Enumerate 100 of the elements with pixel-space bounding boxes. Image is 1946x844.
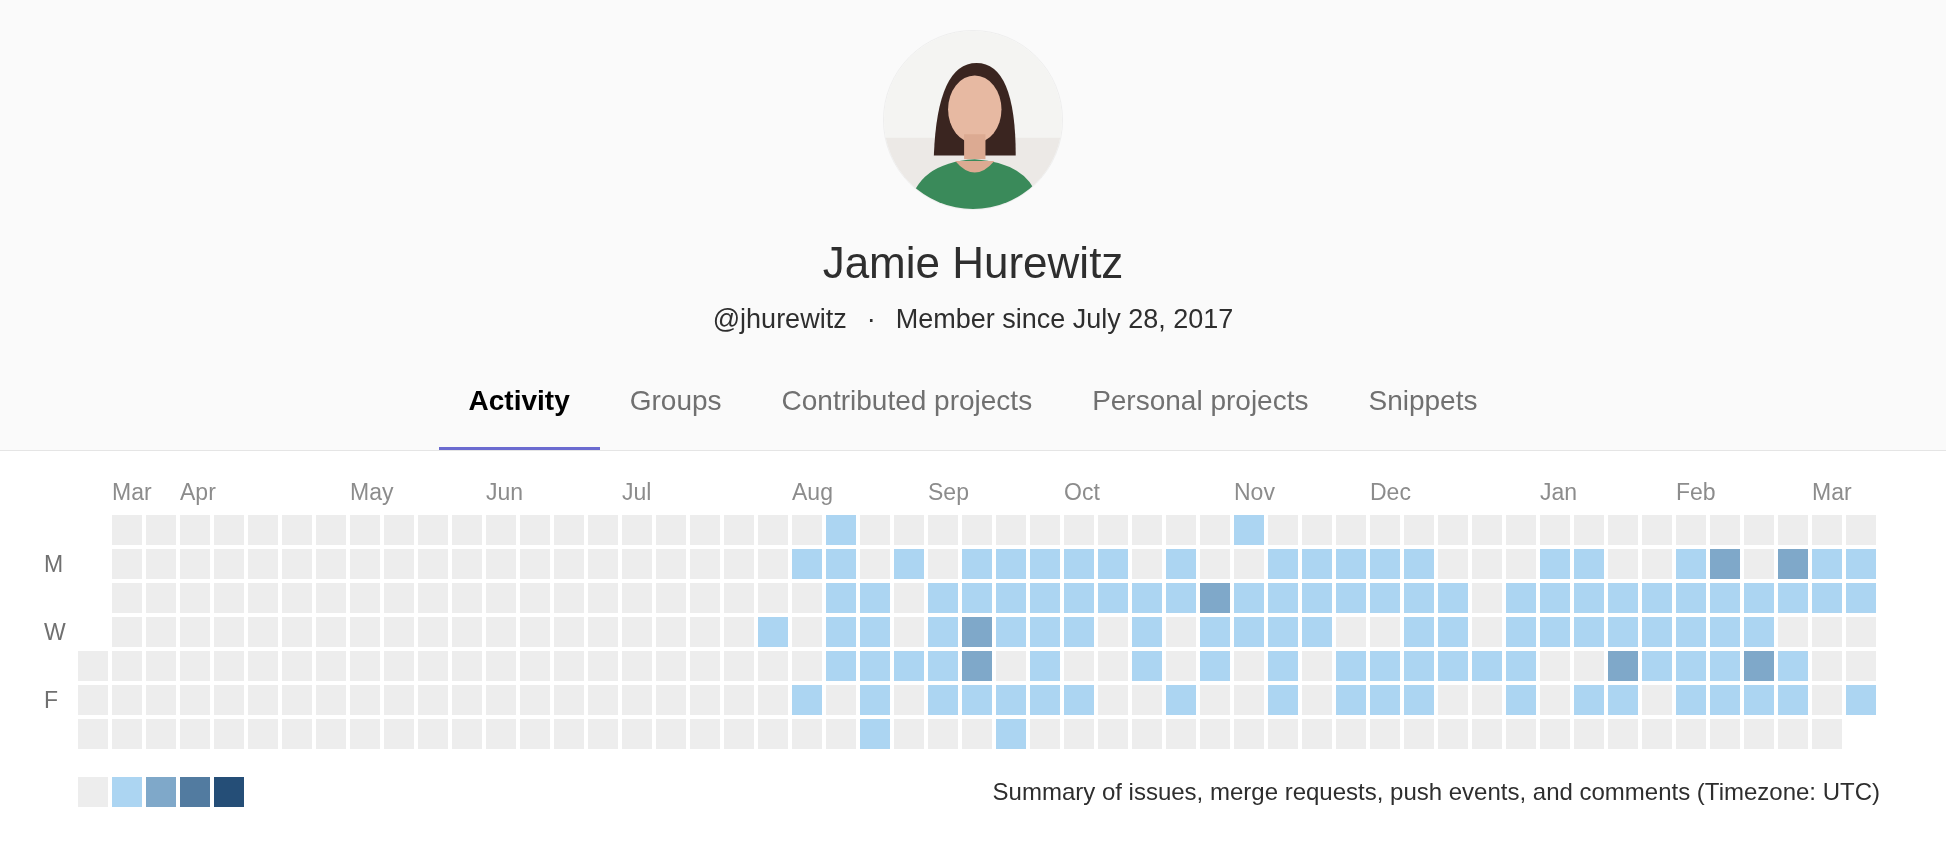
day-cell[interactable] bbox=[1438, 583, 1468, 613]
day-cell[interactable] bbox=[1744, 651, 1774, 681]
day-cell[interactable] bbox=[792, 549, 822, 579]
day-cell[interactable] bbox=[1676, 685, 1706, 715]
day-cell[interactable] bbox=[1506, 583, 1536, 613]
day-cell[interactable] bbox=[996, 617, 1026, 647]
day-cell[interactable] bbox=[996, 685, 1026, 715]
day-cell[interactable] bbox=[1778, 685, 1808, 715]
day-cell[interactable] bbox=[962, 651, 992, 681]
day-cell[interactable] bbox=[1472, 651, 1502, 681]
day-cell[interactable] bbox=[1574, 685, 1604, 715]
day-cell[interactable] bbox=[894, 549, 924, 579]
day-cell[interactable] bbox=[1744, 617, 1774, 647]
day-cell[interactable] bbox=[1574, 583, 1604, 613]
day-cell[interactable] bbox=[1098, 549, 1128, 579]
day-cell[interactable] bbox=[1506, 651, 1536, 681]
day-cell[interactable] bbox=[1166, 685, 1196, 715]
day-cell[interactable] bbox=[1710, 685, 1740, 715]
day-cell[interactable] bbox=[996, 583, 1026, 613]
day-cell[interactable] bbox=[996, 719, 1026, 749]
day-cell[interactable] bbox=[1404, 617, 1434, 647]
day-cell[interactable] bbox=[826, 617, 856, 647]
day-cell[interactable] bbox=[1642, 651, 1672, 681]
day-cell[interactable] bbox=[1268, 617, 1298, 647]
day-cell[interactable] bbox=[1336, 583, 1366, 613]
day-cell[interactable] bbox=[1030, 651, 1060, 681]
day-cell[interactable] bbox=[1336, 685, 1366, 715]
day-cell[interactable] bbox=[860, 583, 890, 613]
day-cell[interactable] bbox=[1404, 549, 1434, 579]
day-cell[interactable] bbox=[1234, 583, 1264, 613]
day-cell[interactable] bbox=[860, 719, 890, 749]
day-cell[interactable] bbox=[1540, 549, 1570, 579]
day-cell[interactable] bbox=[1778, 583, 1808, 613]
day-cell[interactable] bbox=[1574, 617, 1604, 647]
day-cell[interactable] bbox=[1302, 583, 1332, 613]
day-cell[interactable] bbox=[1370, 651, 1400, 681]
day-cell[interactable] bbox=[1336, 549, 1366, 579]
day-cell[interactable] bbox=[1200, 583, 1230, 613]
day-cell[interactable] bbox=[1166, 549, 1196, 579]
day-cell[interactable] bbox=[758, 617, 788, 647]
day-cell[interactable] bbox=[1608, 617, 1638, 647]
day-cell[interactable] bbox=[1200, 651, 1230, 681]
day-cell[interactable] bbox=[962, 583, 992, 613]
day-cell[interactable] bbox=[928, 651, 958, 681]
day-cell[interactable] bbox=[860, 651, 890, 681]
day-cell[interactable] bbox=[1336, 651, 1366, 681]
day-cell[interactable] bbox=[1506, 617, 1536, 647]
day-cell[interactable] bbox=[1778, 651, 1808, 681]
day-cell[interactable] bbox=[1642, 583, 1672, 613]
day-cell[interactable] bbox=[1370, 583, 1400, 613]
day-cell[interactable] bbox=[1438, 617, 1468, 647]
day-cell[interactable] bbox=[1404, 685, 1434, 715]
day-cell[interactable] bbox=[826, 515, 856, 545]
tab[interactable]: Contributed projects bbox=[751, 373, 1063, 450]
day-cell[interactable] bbox=[860, 617, 890, 647]
day-cell[interactable] bbox=[1608, 651, 1638, 681]
day-cell[interactable] bbox=[1744, 583, 1774, 613]
day-cell[interactable] bbox=[1506, 685, 1536, 715]
day-cell[interactable] bbox=[1302, 617, 1332, 647]
day-cell[interactable] bbox=[1710, 617, 1740, 647]
day-cell[interactable] bbox=[1268, 685, 1298, 715]
day-cell[interactable] bbox=[928, 617, 958, 647]
tab[interactable]: Activity bbox=[438, 373, 600, 450]
day-cell[interactable] bbox=[996, 549, 1026, 579]
day-cell[interactable] bbox=[1540, 583, 1570, 613]
day-cell[interactable] bbox=[894, 651, 924, 681]
day-cell[interactable] bbox=[1132, 651, 1162, 681]
day-cell[interactable] bbox=[1064, 617, 1094, 647]
day-cell[interactable] bbox=[1030, 617, 1060, 647]
day-cell[interactable] bbox=[928, 583, 958, 613]
day-cell[interactable] bbox=[962, 617, 992, 647]
day-cell[interactable] bbox=[1030, 583, 1060, 613]
day-cell[interactable] bbox=[1676, 549, 1706, 579]
day-cell[interactable] bbox=[1642, 617, 1672, 647]
day-cell[interactable] bbox=[1846, 549, 1876, 579]
day-cell[interactable] bbox=[1268, 549, 1298, 579]
day-cell[interactable] bbox=[1676, 651, 1706, 681]
day-cell[interactable] bbox=[1064, 583, 1094, 613]
day-cell[interactable] bbox=[1812, 549, 1842, 579]
day-cell[interactable] bbox=[1064, 685, 1094, 715]
day-cell[interactable] bbox=[1200, 617, 1230, 647]
day-cell[interactable] bbox=[1744, 685, 1774, 715]
day-cell[interactable] bbox=[860, 685, 890, 715]
day-cell[interactable] bbox=[1268, 651, 1298, 681]
day-cell[interactable] bbox=[1370, 685, 1400, 715]
day-cell[interactable] bbox=[1574, 549, 1604, 579]
day-cell[interactable] bbox=[1030, 685, 1060, 715]
day-cell[interactable] bbox=[1132, 617, 1162, 647]
day-cell[interactable] bbox=[1778, 549, 1808, 579]
day-cell[interactable] bbox=[928, 685, 958, 715]
day-cell[interactable] bbox=[1710, 583, 1740, 613]
day-cell[interactable] bbox=[1234, 515, 1264, 545]
day-cell[interactable] bbox=[1676, 583, 1706, 613]
day-cell[interactable] bbox=[826, 583, 856, 613]
day-cell[interactable] bbox=[1098, 583, 1128, 613]
day-cell[interactable] bbox=[1166, 583, 1196, 613]
day-cell[interactable] bbox=[1132, 583, 1162, 613]
day-cell[interactable] bbox=[1404, 583, 1434, 613]
day-cell[interactable] bbox=[826, 549, 856, 579]
day-cell[interactable] bbox=[1676, 617, 1706, 647]
